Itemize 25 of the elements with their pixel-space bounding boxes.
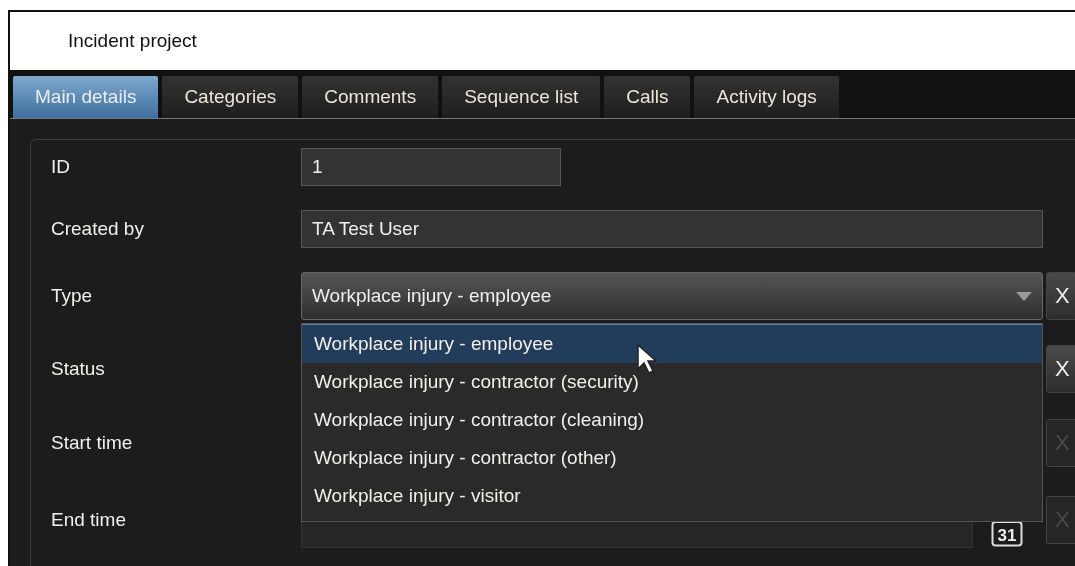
clear-button[interactable]: X [1046, 345, 1075, 393]
tab[interactable]: Activity logs [694, 76, 839, 118]
caret-icon [1016, 291, 1032, 301]
text-field[interactable]: TA Test User [301, 210, 1043, 248]
type-dropdown[interactable]: Workplace injury - employee [301, 272, 1043, 320]
field-label: Start time [51, 432, 134, 454]
field-label: Status [51, 358, 106, 380]
field-label: Type [51, 285, 94, 307]
field-label: End time [51, 509, 127, 531]
clear-button[interactable]: X [1046, 272, 1075, 320]
field-label: Created by [51, 218, 145, 240]
tab[interactable]: Calls [604, 76, 691, 118]
mouse-pointer-icon [637, 344, 657, 374]
dropdown-option[interactable]: Workplace injury - contractor (security) [302, 363, 1042, 401]
dropdown-option[interactable]: Workplace injury - visitor [302, 477, 1042, 515]
id-field[interactable]: 1 [301, 148, 561, 186]
dropdown-option[interactable]: Workplace injury - contractor (cleaning) [302, 401, 1042, 439]
window-title: Incident project [68, 30, 197, 52]
tab[interactable]: Sequence list [442, 76, 601, 118]
tab[interactable]: Categories [162, 76, 299, 118]
tab[interactable]: Comments [302, 76, 439, 118]
dropdown-option[interactable]: Workplace injury - contractor (other) [302, 439, 1042, 477]
dropdown-option[interactable]: Workplace injury - employee [302, 324, 1042, 363]
field-label: ID [51, 156, 71, 178]
calendar-icon[interactable]: 31 [991, 519, 1023, 547]
